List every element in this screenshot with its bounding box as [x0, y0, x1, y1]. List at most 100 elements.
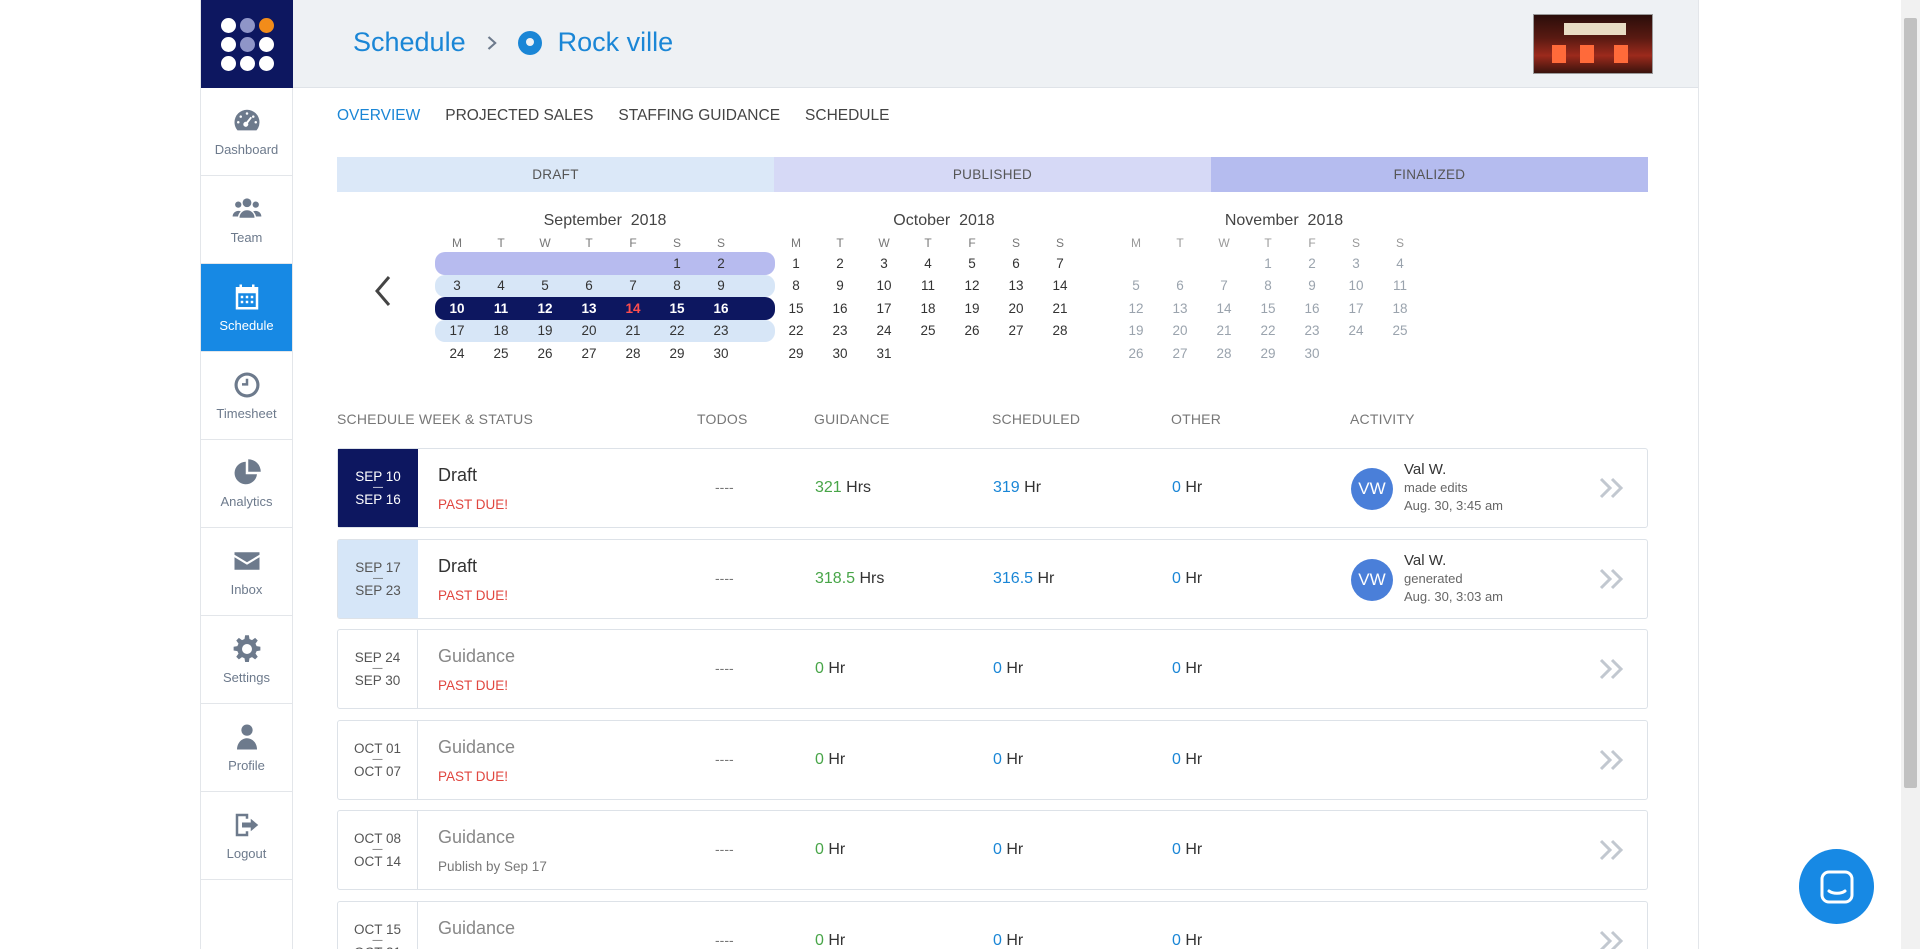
calendar-day[interactable]: 8	[774, 278, 818, 293]
app-logo[interactable]	[201, 0, 293, 88]
calendar-week-row[interactable]: 19 20 21 22 23 24 25	[1114, 320, 1454, 343]
calendar-day[interactable]: 2	[699, 256, 743, 271]
calendar-day[interactable]: 31	[862, 346, 906, 361]
calendar-day[interactable]: 1	[774, 256, 818, 271]
calendar-day[interactable]: 10	[1334, 278, 1378, 293]
calendar-day[interactable]: 20	[994, 301, 1038, 316]
calendar-day[interactable]: 2	[818, 256, 862, 271]
calendar-week-row[interactable]: 29 30 31	[774, 342, 1114, 365]
calendar-day[interactable]: 23	[699, 323, 743, 338]
calendar-day[interactable]: 21	[1202, 323, 1246, 338]
calendar-day[interactable]: 25	[1378, 323, 1422, 338]
calendar-day[interactable]: 3	[435, 278, 479, 293]
calendar-day[interactable]: 9	[818, 278, 862, 293]
calendar-day[interactable]: 15	[1246, 301, 1290, 316]
calendar-day[interactable]: 24	[1334, 323, 1378, 338]
calendar-day[interactable]: 30	[818, 346, 862, 361]
calendar-day[interactable]: 11	[906, 278, 950, 293]
calendar-week-row[interactable]: 12	[435, 252, 775, 275]
table-row[interactable]: OCT 08 — OCT 14 Guidance Publish by Sep …	[337, 810, 1648, 890]
calendar-week-row[interactable]: 22 23 24 25 26 27 28	[774, 320, 1114, 343]
calendar-day[interactable]: 1	[1246, 256, 1290, 271]
sidebar-item-profile[interactable]: Profile	[201, 704, 292, 792]
calendar-week-row[interactable]: 17 18 19 20 21 22 23	[435, 319, 775, 342]
calendar-week-row[interactable]: 26 27 28 29 30	[1114, 342, 1454, 365]
calendar-day[interactable]: 7	[1038, 256, 1082, 271]
calendar-day[interactable]: 21	[611, 323, 655, 338]
calendar-day[interactable]: 12	[950, 278, 994, 293]
page-scrollbar[interactable]	[1901, 0, 1920, 949]
calendar-day[interactable]: 9	[1290, 278, 1334, 293]
calendar-day[interactable]: 14	[1038, 278, 1082, 293]
calendar-day[interactable]: 30	[1290, 346, 1334, 361]
tab-overview[interactable]: OVERVIEW	[337, 107, 420, 125]
sidebar-item-schedule[interactable]: Schedule	[201, 264, 292, 352]
calendar-day[interactable]: 19	[1114, 323, 1158, 338]
calendar-day[interactable]: 14	[1202, 301, 1246, 316]
open-week-chevron-icon[interactable]	[1598, 657, 1626, 681]
calendar-day[interactable]: 16	[1290, 301, 1334, 316]
calendar-day[interactable]: 16	[699, 301, 743, 316]
open-week-chevron-icon[interactable]	[1598, 929, 1626, 949]
calendar-day[interactable]: 14	[611, 301, 655, 316]
calendar-day[interactable]: 6	[994, 256, 1038, 271]
calendar-day[interactable]: 4	[906, 256, 950, 271]
calendar-day[interactable]: 27	[567, 346, 611, 361]
calendar-day[interactable]: 13	[994, 278, 1038, 293]
calendar-day[interactable]: 21	[1038, 301, 1082, 316]
scrollbar-thumb[interactable]	[1904, 18, 1917, 788]
calendar-day[interactable]: 28	[1038, 323, 1082, 338]
calendar-day[interactable]: 3	[1334, 256, 1378, 271]
calendar-day[interactable]: 30	[699, 346, 743, 361]
calendar-day[interactable]: 7	[611, 278, 655, 293]
open-week-chevron-icon[interactable]	[1598, 567, 1626, 591]
calendar-day[interactable]: 1	[655, 256, 699, 271]
open-week-chevron-icon[interactable]	[1598, 476, 1626, 500]
calendar-day[interactable]: 3	[862, 256, 906, 271]
calendar-week-row[interactable]: 8 9 10 11 12 13 14	[774, 275, 1114, 298]
calendar-day[interactable]: 29	[1246, 346, 1290, 361]
calendar-day[interactable]: 7	[1202, 278, 1246, 293]
calendar-day[interactable]: 18	[479, 323, 523, 338]
calendar-week-row[interactable]: 1234	[1114, 252, 1454, 275]
calendar-day[interactable]: 15	[774, 301, 818, 316]
calendar-week-row[interactable]: 10 11 12 13 14 15 16	[435, 297, 775, 320]
calendar-day[interactable]: 27	[994, 323, 1038, 338]
calendar-day[interactable]: 28	[1202, 346, 1246, 361]
calendar-day[interactable]: 12	[523, 301, 567, 316]
calendar-week-row[interactable]: 1234567	[774, 252, 1114, 275]
calendar-day[interactable]: 8	[1246, 278, 1290, 293]
breadcrumb-schedule-link[interactable]: Schedule	[353, 27, 466, 58]
sidebar-item-dashboard[interactable]: Dashboard	[201, 88, 292, 176]
calendar-day[interactable]: 20	[1158, 323, 1202, 338]
calendar-day[interactable]: 17	[1334, 301, 1378, 316]
calendar-day[interactable]: 11	[1378, 278, 1422, 293]
calendar-day[interactable]: 5	[950, 256, 994, 271]
calendar-day[interactable]: 22	[655, 323, 699, 338]
calendar-day[interactable]: 10	[435, 301, 479, 316]
calendar-day[interactable]: 26	[1114, 346, 1158, 361]
calendar-week-row[interactable]: 12 13 14 15 16 17 18	[1114, 297, 1454, 320]
calendar-day[interactable]: 12	[1114, 301, 1158, 316]
calendar-day[interactable]: 13	[567, 301, 611, 316]
calendar-day[interactable]: 25	[479, 346, 523, 361]
calendar-day[interactable]: 19	[950, 301, 994, 316]
calendar-day[interactable]: 5	[523, 278, 567, 293]
sidebar-item-logout[interactable]: Logout	[201, 792, 292, 880]
calendar-day[interactable]: 29	[774, 346, 818, 361]
sidebar-item-analytics[interactable]: Analytics	[201, 440, 292, 528]
calendar-day[interactable]: 5	[1114, 278, 1158, 293]
calendar-day[interactable]: 10	[862, 278, 906, 293]
calendar-day[interactable]: 6	[1158, 278, 1202, 293]
table-row[interactable]: SEP 24 — SEP 30 Guidance PAST DUE! ---- …	[337, 629, 1648, 709]
table-row[interactable]: SEP 17 — SEP 23 Draft PAST DUE! ---- 318…	[337, 538, 1648, 619]
calendar-day[interactable]: 19	[523, 323, 567, 338]
calendar-day[interactable]: 17	[435, 323, 479, 338]
calendar-day[interactable]: 4	[479, 278, 523, 293]
sidebar-item-inbox[interactable]: Inbox	[201, 528, 292, 616]
calendar-day[interactable]: 27	[1158, 346, 1202, 361]
calendar-day[interactable]: 9	[699, 278, 743, 293]
calendar-day[interactable]: 22	[1246, 323, 1290, 338]
calendar-day[interactable]: 29	[655, 346, 699, 361]
sidebar-item-settings[interactable]: Settings	[201, 616, 292, 704]
